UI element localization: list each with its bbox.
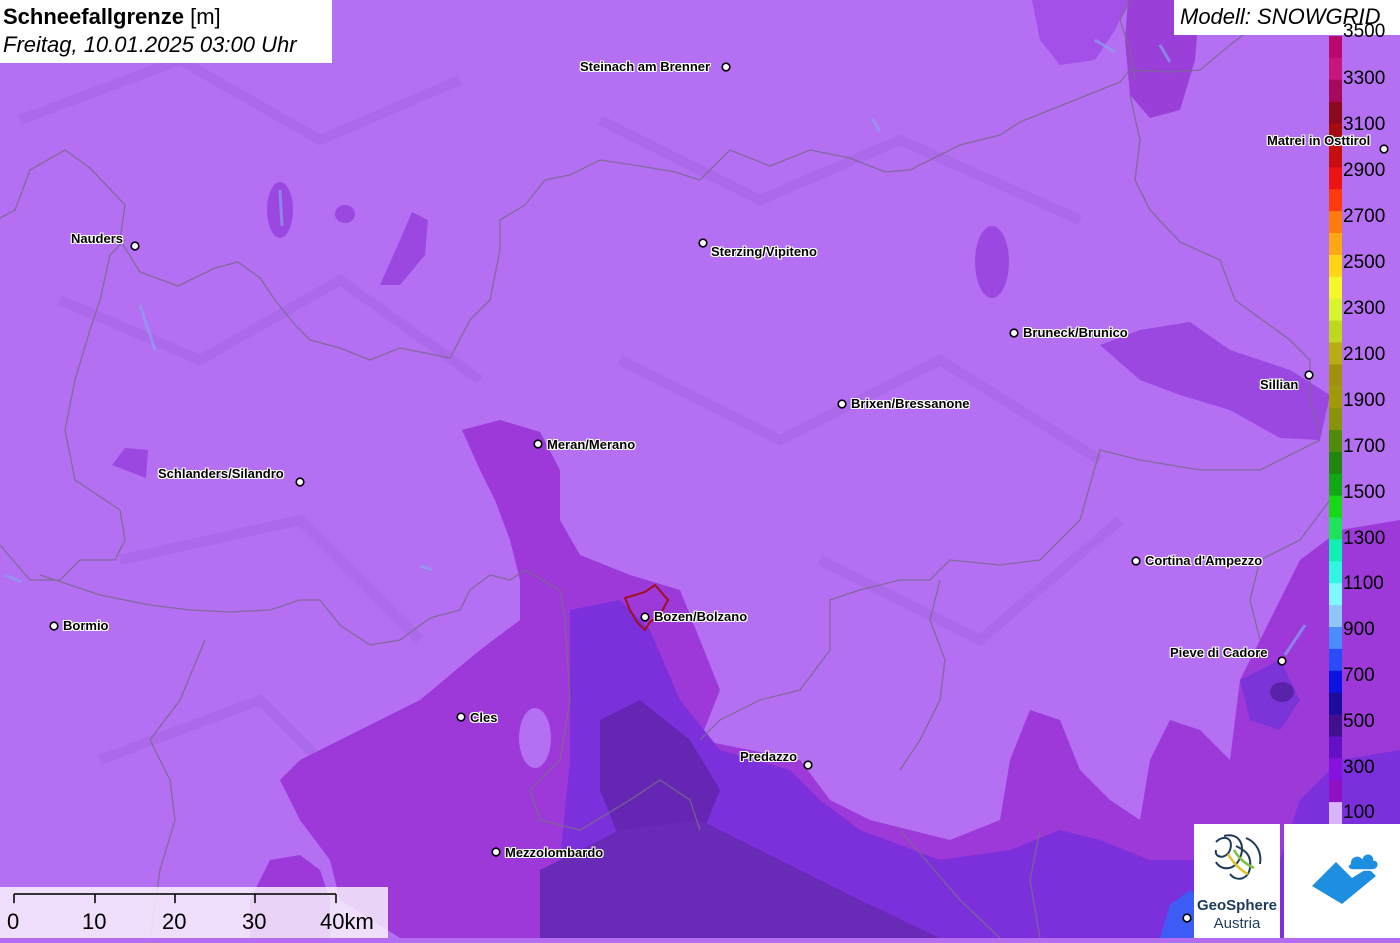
legend-label-1900: 1900 [1343, 390, 1386, 411]
legend-label-500: 500 [1343, 711, 1375, 732]
legend-label-1300: 1300 [1343, 528, 1386, 549]
geosphere-name: GeoSphere [1196, 897, 1278, 914]
legend-label-2700: 2700 [1343, 206, 1386, 227]
legend-label-3300: 3300 [1343, 68, 1386, 89]
city-marker [1131, 556, 1141, 566]
city-marker [698, 238, 708, 248]
legend-label-2900: 2900 [1343, 160, 1386, 181]
city-label-steinach: Steinach am Brenner [580, 59, 711, 74]
city-label-mezzolombardo: Mezzolombardo [505, 845, 604, 860]
city-marker [456, 712, 466, 722]
city-label-nauders: Nauders [71, 231, 124, 246]
city-label-schlanders: Schlanders/Silandro [158, 466, 284, 481]
city-marker [1009, 328, 1019, 338]
city-label-sillian: Sillian [1260, 377, 1299, 392]
legend-label-3500: 3500 [1343, 21, 1386, 42]
legend-label-1100: 1100 [1343, 573, 1384, 594]
city-marker [533, 439, 543, 449]
city-marker [491, 847, 501, 857]
city-label-matrei: Matrei in Osttirol [1267, 133, 1371, 148]
legend-label-3100: 3100 [1343, 114, 1386, 135]
city-marker [1277, 656, 1287, 666]
city-label-predazzo: Predazzo [740, 749, 798, 764]
city-label-sterzing: Sterzing/Vipiteno [711, 244, 817, 259]
city-label-bozen: Bozen/Bolzano [654, 609, 748, 624]
city-label-bormio: Bormio [63, 618, 109, 633]
city-marker [130, 241, 140, 251]
city-marker [721, 62, 731, 72]
city-marker [803, 760, 813, 770]
mountain-cloud-icon [1312, 853, 1379, 904]
city-marker [1304, 370, 1314, 380]
city-label-brixen: Brixen/Bressanone [851, 396, 970, 411]
legend-label-2300: 2300 [1343, 298, 1386, 319]
legend-label-1700: 1700 [1343, 436, 1386, 457]
city-marker [837, 399, 847, 409]
city-label-meran: Meran/Merano [547, 437, 636, 452]
geosphere-emblem-icon [1214, 834, 1262, 880]
city-marker [295, 477, 305, 487]
city-marker [1182, 913, 1192, 923]
legend-label-2100: 2100 [1343, 344, 1386, 365]
legend-label-900: 900 [1343, 619, 1375, 640]
city-label-cles: Cles [470, 710, 498, 725]
city-marker [49, 621, 59, 631]
legend-label-700: 700 [1343, 665, 1375, 686]
city-marker [1379, 144, 1389, 154]
city-label-pieve: Pieve di Cadore [1170, 645, 1268, 660]
legend-label-100: 100 [1343, 802, 1375, 823]
legend-label-1500: 1500 [1343, 482, 1386, 503]
city-label-cortina: Cortina d'Ampezzo [1145, 553, 1263, 568]
geosphere-logo[interactable]: GeoSphere Austria [1194, 824, 1280, 938]
geosphere-country: Austria [1213, 915, 1261, 932]
legend-label-2500: 2500 [1343, 252, 1386, 273]
legend-label-300: 300 [1343, 757, 1375, 778]
city-label-bruneck: Bruneck/Brunico [1023, 325, 1128, 340]
city-marker [640, 612, 650, 622]
partner-logo[interactable] [1284, 824, 1400, 938]
